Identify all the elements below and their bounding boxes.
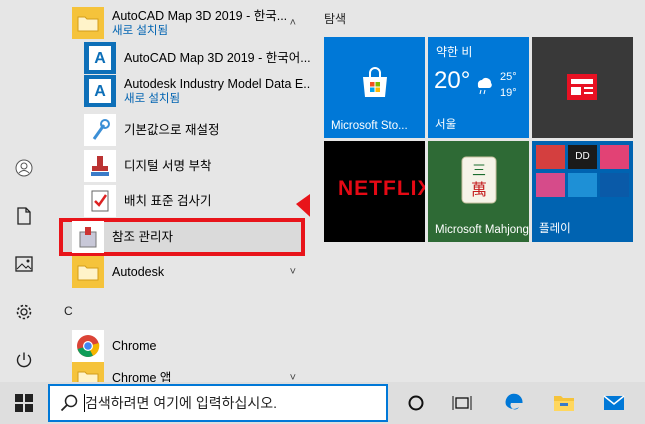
svg-text:A: A [94, 83, 106, 100]
tile-netflix[interactable]: NETFLIX [324, 141, 425, 242]
camera-icon [600, 145, 629, 169]
documents-button[interactable] [8, 200, 40, 232]
tile-weather[interactable]: 약한 비 20° 25° 19° 서울 [428, 37, 529, 138]
cortana-button[interactable] [400, 387, 432, 419]
section-letter-c[interactable]: C [64, 304, 73, 318]
folder-icon [72, 362, 104, 382]
app-label: Chrome [112, 339, 157, 353]
rain-cloud-icon [477, 78, 492, 95]
pictures-button[interactable] [8, 248, 40, 280]
app-list: AutoCAD Map 3D 2019 - 한국... 새로 설치됨 ˄ A A… [48, 0, 310, 382]
file-explorer-button[interactable] [548, 387, 580, 419]
chevron-up-icon: ˄ [289, 17, 296, 29]
app-label: AutoCAD Map 3D 2019 - 한국어... [124, 51, 310, 65]
mail-icon [603, 395, 625, 410]
tile-label: 플레이 [539, 223, 571, 235]
start-button[interactable] [0, 382, 48, 424]
netflix-logo: NETFLIX [338, 177, 425, 200]
app-group-chrome-apps[interactable]: Chrome 앱 ˅ [60, 362, 304, 382]
wrench-icon [84, 114, 116, 146]
autodesk-icon: A [84, 75, 116, 107]
app-label: Autodesk Industry Model Data E... [124, 77, 310, 91]
app-group-autocad-map[interactable]: AutoCAD Map 3D 2019 - 한국... 새로 설치됨 ˄ [60, 0, 304, 46]
new-install-badge: 새로 설치됨 [112, 25, 169, 37]
new-install-badge: 새로 설치됨 [124, 93, 181, 105]
reference-manager-icon [72, 221, 104, 253]
user-icon [15, 159, 33, 177]
mini-tile [536, 145, 565, 169]
taskbar: 검색하려면 여기에 입력하십시오. [0, 382, 645, 424]
stamp-icon [84, 150, 116, 182]
tile-label: Microsoft Mahjong [435, 224, 529, 236]
user-account-button[interactable] [8, 152, 40, 184]
svg-text:三: 三 [472, 163, 486, 179]
chevron-down-icon: ˅ [289, 372, 296, 382]
windows-logo-icon [15, 394, 33, 412]
folder-icon [72, 7, 104, 39]
news-icon [567, 74, 597, 100]
app-batch-standards-checker[interactable]: 배치 표준 검사기 [72, 185, 310, 217]
picture-icon [15, 256, 33, 272]
weather-low: 19° [500, 87, 517, 99]
tile-label: 서울 [435, 119, 457, 131]
cortana-icon [408, 395, 424, 411]
mail-button[interactable] [598, 387, 630, 419]
app-digital-signature[interactable]: 디지털 서명 부착 [72, 150, 310, 182]
edge-icon [600, 173, 629, 197]
task-view-icon [452, 396, 472, 410]
store-icon [363, 67, 387, 97]
picsart-icon [536, 173, 565, 197]
search-icon [60, 394, 78, 412]
tile-group-title: 탐색 [324, 12, 347, 26]
start-menu-rail [0, 0, 48, 382]
app-group-autodesk[interactable]: Autodesk ˅ [60, 256, 304, 288]
app-label: 배치 표준 검사기 [124, 194, 212, 208]
mini-tile-blue [568, 173, 597, 197]
tile-play-folder[interactable]: DD 플레이 [532, 141, 633, 242]
app-autodesk-industry-model[interactable]: A Autodesk Industry Model Data E... 새로 설… [72, 68, 310, 114]
document-icon [17, 207, 31, 225]
folder-icon [554, 396, 574, 411]
search-input[interactable]: 검색하려면 여기에 입력하십시오. [48, 384, 388, 422]
edge-icon [505, 393, 523, 410]
task-view-button[interactable] [446, 387, 478, 419]
power-icon [16, 352, 32, 368]
app-reset-defaults[interactable]: 기본값으로 재설정 [72, 114, 310, 146]
mahjong-tile-icon: 三 萬 [461, 156, 497, 204]
edge-taskbar-button[interactable] [498, 387, 530, 419]
app-label: AutoCAD Map 3D 2019 - 한국... [112, 9, 288, 23]
app-label: 기본값으로 재설정 [124, 123, 220, 137]
search-placeholder: 검색하려면 여기에 입력하십시오. [85, 395, 277, 411]
app-label: 참조 관리자 [112, 230, 173, 244]
tiles-panel: 탐색 Microsoft Sto... 약한 비 20° 25° 19° 서울 … [310, 0, 645, 382]
app-chrome[interactable]: Chrome [60, 330, 304, 362]
gear-icon [16, 304, 32, 320]
weather-high: 25° [500, 71, 517, 83]
tile-label: Microsoft Sto... [331, 120, 408, 132]
settings-button[interactable] [8, 296, 40, 328]
folder-icon [72, 256, 104, 288]
app-reference-manager[interactable]: 참조 관리자 [60, 221, 300, 253]
svg-text:A: A [94, 50, 106, 67]
chrome-icon [72, 330, 104, 362]
tile-microsoft-store[interactable]: Microsoft Sto... [324, 37, 425, 138]
tile-mahjong[interactable]: 三 萬 Microsoft Mahjong [428, 141, 529, 242]
power-button[interactable] [8, 344, 40, 376]
tile-news[interactable] [532, 37, 633, 138]
weather-temp: 20° [434, 67, 471, 94]
checklist-icon [84, 185, 116, 217]
chevron-down-icon: ˅ [289, 266, 296, 278]
svg-text:萬: 萬 [471, 180, 487, 199]
app-label: 디지털 서명 부착 [124, 159, 212, 173]
dolby-icon: DD [568, 145, 597, 169]
app-label: Autodesk [112, 265, 165, 279]
app-label: Chrome 앱 [112, 371, 172, 382]
weather-condition: 약한 비 [436, 45, 473, 59]
